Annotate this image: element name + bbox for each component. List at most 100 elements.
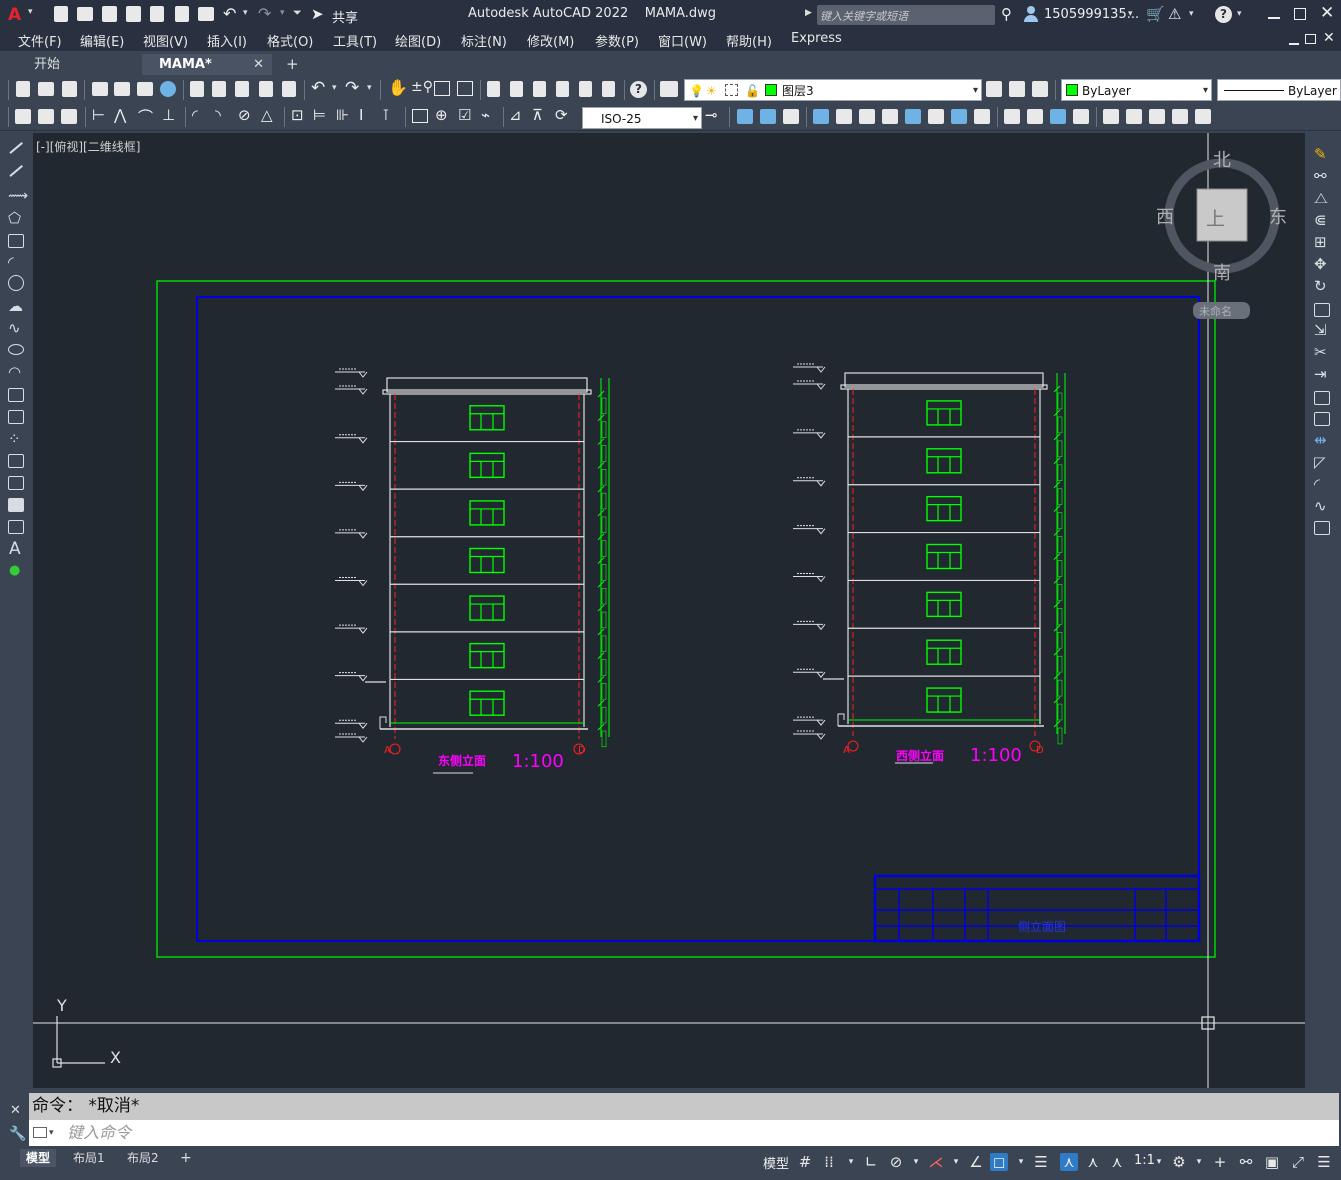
draworder-tb-icon[interactable] — [1195, 109, 1211, 124]
group-tb-icon[interactable] — [1126, 109, 1142, 124]
array-tb-icon[interactable] — [836, 109, 852, 124]
layer-lock-icon[interactable]: 🔓 — [745, 80, 760, 102]
close-window-icon[interactable]: ✕ — [1320, 3, 1334, 23]
tb-redo-dropdown-icon[interactable]: ▾ — [367, 83, 372, 93]
rotate-tb-icon[interactable] — [882, 109, 898, 124]
save-as-icon[interactable] — [126, 6, 141, 22]
table-icon[interactable] — [8, 520, 24, 534]
quickcalc-icon[interactable] — [602, 81, 615, 97]
ortho-icon[interactable]: ∟ — [862, 1153, 880, 1171]
dim-linear-icon[interactable]: ⊢ — [92, 106, 105, 124]
layer-dropdown[interactable]: 💡 ☀ 🔓 图层3 ▾ — [684, 79, 982, 101]
dim-text-edit-icon[interactable]: ⊼ — [532, 106, 543, 124]
tab-layout2[interactable]: 布局2 — [121, 1149, 165, 1167]
chamfer-icon[interactable]: ◸ — [1314, 453, 1326, 471]
doc-minimize-icon[interactable] — [1289, 43, 1299, 45]
app-menu-chevron-icon[interactable]: ▾ — [28, 7, 33, 17]
object-snap-icon[interactable]: ◻ — [990, 1153, 1008, 1171]
open-file-icon[interactable] — [77, 7, 93, 21]
copy-icon[interactable] — [212, 81, 226, 97]
customization-icon[interactable]: ☰ — [1315, 1153, 1333, 1171]
dim-edit-icon[interactable]: ⊿ — [509, 106, 522, 124]
redo-dropdown-icon[interactable]: ▾ — [280, 8, 285, 18]
extend-icon[interactable]: ⇥ — [1314, 365, 1327, 383]
break-at-point-icon[interactable] — [1314, 391, 1330, 405]
make-block-icon[interactable] — [8, 410, 24, 424]
object-snap-dropdown-icon[interactable]: ▾ — [1012, 1153, 1030, 1171]
search-expand-icon[interactable]: ▶ — [805, 8, 812, 18]
menu-express[interactable]: Express — [791, 31, 842, 46]
hatch-icon[interactable] — [8, 454, 24, 468]
layer-freeze-icon[interactable]: ☀ — [706, 80, 717, 102]
save-icon[interactable] — [102, 6, 117, 22]
pan-icon[interactable]: ✋ — [388, 78, 408, 97]
extend-tb-icon[interactable] — [974, 109, 990, 124]
match-properties-icon[interactable] — [259, 81, 273, 97]
layer-viewport-icon[interactable] — [725, 84, 738, 96]
plot-icon[interactable] — [198, 7, 214, 21]
doc-close-icon[interactable]: ✕ — [1323, 30, 1335, 46]
jogged-linear-icon[interactable]: ⌁ — [481, 106, 490, 124]
new-tab-button[interactable]: + — [280, 54, 305, 75]
menu-tools[interactable]: 工具(T) — [333, 31, 377, 50]
dim-continue-icon[interactable]: ⊪ — [336, 106, 349, 124]
stretch-icon[interactable]: ⇲ — [1314, 321, 1327, 339]
explode-icon[interactable] — [1314, 521, 1330, 535]
xref-tb-icon[interactable] — [61, 109, 77, 124]
offset-icon[interactable]: ⋐ — [1314, 211, 1327, 229]
wcs-label[interactable]: 未命名 — [1199, 304, 1232, 318]
layer-previous-icon[interactable] — [1009, 81, 1025, 97]
properties-icon[interactable] — [487, 81, 500, 97]
erase-tb-icon[interactable] — [737, 109, 753, 124]
insert-block-icon[interactable] — [8, 388, 24, 402]
circle-icon[interactable] — [8, 275, 24, 291]
dim-angular-icon[interactable]: △ — [261, 106, 273, 124]
undo-dropdown-icon[interactable]: ▾ — [243, 8, 248, 18]
array-icon[interactable]: ⊞ — [1314, 233, 1327, 251]
scale-icon[interactable] — [1314, 303, 1330, 317]
dimstyle-dropdown[interactable]: ISO-25 ▾ — [582, 107, 702, 129]
menu-parametric[interactable]: 参数(P) — [595, 31, 639, 50]
compass-west[interactable]: 西 — [1156, 207, 1174, 228]
copy-tb-icon[interactable] — [760, 109, 776, 124]
isodraft-dropdown-icon[interactable]: ▾ — [947, 1153, 965, 1171]
clean-screen-icon[interactable]: ⤢ — [1289, 1153, 1307, 1171]
zoom-previous-icon[interactable] — [457, 81, 473, 96]
snap-icon[interactable]: ⁞⁞ — [820, 1153, 838, 1171]
mtext-icon[interactable]: A — [9, 539, 21, 559]
color-dropdown[interactable]: ByLayer ▾ — [1061, 79, 1212, 101]
construction-line-icon[interactable] — [9, 165, 23, 177]
search-icon[interactable]: ⚲ — [1001, 5, 1012, 23]
open-web-icon[interactable] — [150, 6, 164, 22]
undo-icon[interactable]: ↶ — [223, 4, 236, 23]
join-icon[interactable]: ⇹ — [1314, 431, 1327, 449]
zoom-realtime-icon[interactable]: ±⚲ — [411, 79, 433, 95]
trim-tb-icon[interactable] — [951, 109, 967, 124]
line-icon[interactable] — [9, 142, 23, 154]
dim-ordinate-icon[interactable]: ⊥ — [162, 106, 175, 124]
compass-east[interactable]: 东 — [1269, 207, 1287, 228]
dim-arc-icon[interactable]: ⌒ — [138, 106, 153, 127]
menu-window[interactable]: 窗口(W) — [658, 31, 707, 50]
lineweight-icon[interactable]: ☰ — [1032, 1153, 1050, 1171]
customize-qat-icon[interactable]: ⏷ — [293, 6, 302, 20]
open-icon[interactable] — [38, 82, 54, 96]
linetype-dropdown[interactable]: ByLayer — [1217, 79, 1341, 101]
user-dropdown-icon[interactable]: ▾ — [1128, 9, 1133, 19]
user-icon[interactable] — [1024, 6, 1038, 22]
model-space-button[interactable]: 模型 — [763, 1153, 789, 1172]
add-selected-icon[interactable]: ● — [9, 563, 20, 578]
help-icon[interactable]: ? — [1215, 6, 1232, 23]
dim-jogged-icon[interactable]: ◝ — [215, 106, 221, 124]
user-name[interactable]: 1505999135... — [1044, 7, 1139, 22]
sheet-set-icon[interactable] — [556, 81, 569, 97]
move-icon[interactable]: ✥ — [1314, 255, 1327, 273]
stretch-tb-icon[interactable] — [928, 109, 944, 124]
isodraft-icon[interactable]: ⋌ — [927, 1153, 945, 1171]
polar-dropdown-icon[interactable]: ▾ — [907, 1153, 925, 1171]
compass-south[interactable]: 南 — [1213, 263, 1231, 284]
point-icon[interactable]: ⁘ — [8, 430, 21, 448]
tb-help-icon[interactable]: ? — [630, 81, 647, 98]
menu-insert[interactable]: 插入(I) — [207, 31, 247, 50]
tb-redo-icon[interactable]: ↷ — [345, 78, 359, 98]
